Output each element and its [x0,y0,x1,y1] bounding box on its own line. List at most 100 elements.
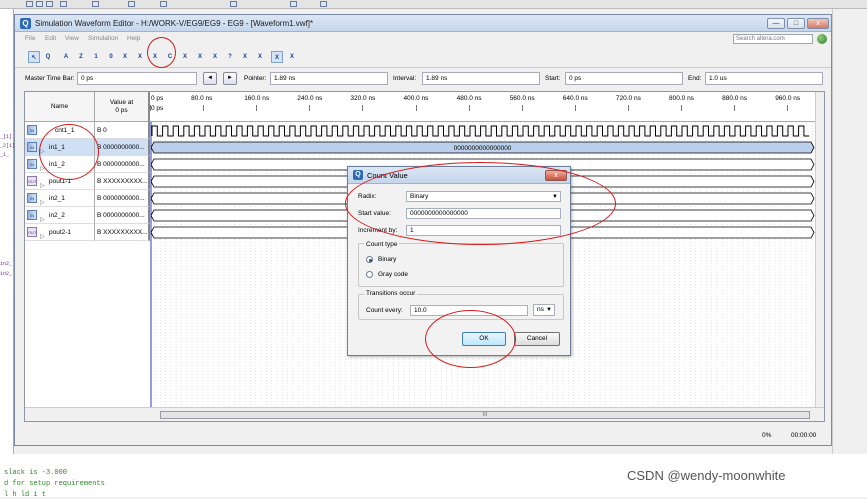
toolbar-icon[interactable] [46,1,53,7]
input-pin-icon: IN [27,210,37,220]
annotation-circle-dialog-fields [345,162,616,245]
high-impedance-icon[interactable]: Z [75,51,87,63]
toolbar-icon[interactable] [36,1,43,7]
close-button[interactable]: x [807,18,829,29]
toolbar-icon[interactable] [320,1,327,7]
time-tick-label: 160.0 ns [244,95,270,102]
maximize-button[interactable]: □ [787,18,805,29]
window-title: Simulation Waveform Editor - H:/WORK-V/E… [35,19,314,28]
forcing-low-icon[interactable]: 0 [105,51,117,63]
zoom-tool-icon[interactable]: Q [42,51,54,63]
time-tick-mark [787,105,789,111]
gray-code-radio[interactable] [366,271,373,278]
count-type-label: Count type [364,241,400,248]
globe-icon[interactable] [817,34,827,44]
menu-edit[interactable]: Edit [45,35,56,42]
vertical-scrollbar[interactable] [815,92,824,407]
cancel-button[interactable]: Cancel [514,332,560,346]
toolbar-icon[interactable] [128,1,135,7]
time-tick-mark [256,105,258,111]
time-tick-label: 80.0 ns [191,95,213,102]
forcing-high-icon[interactable]: 1 [90,51,102,63]
background-editor-edge: _[1] _2[1] _1_ in2_ in2_ [0,9,15,454]
signal-row-name[interactable]: OUT ▷ pout2-1 [25,224,95,241]
name-pane-scrollbar[interactable] [25,407,150,421]
app-icon: Q [20,18,31,29]
annotation-circle-ok [425,310,516,368]
horizontal-scrollbar[interactable]: III [150,407,824,421]
menu-file[interactable]: File [25,35,35,42]
start-label: Start: [545,75,561,82]
background-right-edge [832,9,867,454]
signal-row-name[interactable]: IN ▷ in2_2 [25,207,95,224]
title-bar[interactable]: Q Simulation Waveform Editor - H:/WORK-V… [15,15,831,32]
dont-care-icon[interactable]: X [239,51,251,63]
toolbar-icon[interactable] [160,1,167,7]
signal-value: B 0 [95,122,150,139]
toolbar-icon[interactable] [92,1,99,7]
signal-row-name[interactable]: IN ▷ in2_1 [25,190,95,207]
weak-high-icon[interactable]: X [209,51,221,63]
background-text: in2_ [0,261,13,267]
cursor-time-label: 0 ps [151,105,164,112]
background-text: _1_ [0,152,10,158]
invert-icon[interactable]: X [134,51,146,63]
snap-to-grid-icon[interactable]: X [254,51,266,63]
menu-simulation[interactable]: Simulation [88,35,118,42]
binary-radio[interactable] [366,256,373,263]
value-column-header[interactable]: Value at 0 ps [95,92,150,122]
forcing-unknown-icon[interactable]: X [119,51,131,63]
time-tick-mark [415,105,417,111]
input-pin-icon: IN [27,142,37,152]
expand-icon[interactable]: ▷ [40,229,45,246]
search-input[interactable]: Search altera.com [733,34,813,44]
interval-field: 1.89 ns [422,72,540,85]
simulate-icon[interactable]: X [286,51,298,63]
name-column-header[interactable]: Name [25,92,95,122]
console-line: d for setup requirements [4,480,105,488]
gray-code-radio-label: Gray code [378,271,408,278]
app-icon: Q [353,170,363,180]
timeline-ruler[interactable]: 0 ps 80.0 ns 160.0 ns 240.0 ns 320.0 ns 400.0… [150,92,815,122]
toolbar-icon[interactable] [26,1,33,7]
transitions-label: Transitions occur [364,290,418,297]
toolbar-icon[interactable] [60,1,67,7]
toolbar-icon[interactable] [290,1,297,7]
time-tick-label: 960.0 ns [775,95,801,102]
next-transition-button[interactable]: ► [223,72,237,85]
menu-view[interactable]: View [65,35,79,42]
selection-tool-icon[interactable]: ↖ [28,51,40,63]
signal-value: B XXXXXXXXX... [95,173,150,190]
time-tick-mark [734,105,736,111]
grid-icon[interactable]: X [271,51,283,63]
random-value-icon[interactable]: X [194,51,206,63]
end-label: End: [688,75,702,82]
time-unit-select[interactable]: ns ▼ [533,304,555,316]
text-tool-icon[interactable]: A [60,51,72,63]
input-pin-icon: IN [27,125,37,135]
time-tick-mark [203,105,205,111]
master-time-bar-field[interactable]: 0 ps [77,72,197,85]
minimize-button[interactable]: — [767,18,785,29]
weak-low-icon[interactable]: ? [224,51,236,63]
time-tick-label: 560.0 ns [509,95,535,102]
toolbar-icon[interactable] [230,1,237,7]
time-tick-label: 400.0 ns [403,95,429,102]
scrollbar-thumb[interactable]: III [160,411,810,419]
value-header-line2: 0 ps [115,107,128,114]
time-tick-label: 240.0 ns [297,95,323,102]
prev-transition-button[interactable]: ◄ [203,72,217,85]
elapsed-time: 00:00:00 [791,432,817,439]
progress-text: 0% [762,432,772,439]
menu-help[interactable]: Help [127,35,140,42]
menu-bar: File Edit View Simulation Help Search al… [15,32,831,46]
output-pin-icon: OUT [27,176,37,186]
time-tick-label: 0 ps [151,95,164,102]
signal-name: pout2-1 [49,229,72,236]
console-line: l h ld i t [4,491,47,499]
interval-label: Interval: [393,75,417,82]
signal-name: in2_1 [49,195,65,202]
arbitrary-value-icon[interactable]: X [179,51,191,63]
time-tick-label: 800.0 ns [669,95,694,102]
time-tick-mark [521,105,523,111]
